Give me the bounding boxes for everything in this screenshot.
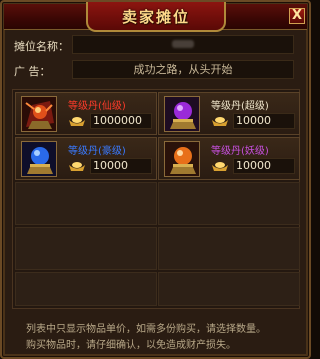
item-name: 等级丹(豪级) bbox=[68, 146, 126, 157]
item-slot[interactable]: 等级丹(超级) 10000 bbox=[158, 92, 300, 135]
dan-icon-demon bbox=[164, 141, 200, 177]
dan-icon-immortal bbox=[21, 96, 57, 132]
item-name: 等级丹(仙级) bbox=[68, 101, 126, 112]
price-value: 1000000 bbox=[90, 113, 152, 129]
empty-slot[interactable] bbox=[158, 272, 300, 306]
item-slot[interactable]: 等级丹(豪级) 10000 bbox=[15, 137, 157, 180]
seller-stall-window: 卖家摊位 X 摊位名称： 广 告： 成功之路，从头开始 等级丹(仙级) 1000… bbox=[0, 0, 311, 359]
footer-notice: 列表中只显示物品单价，如需多份购买，请选择数量。 购买物品时，请仔细确认，以免造… bbox=[26, 322, 296, 354]
window-title: 卖家摊位 bbox=[121, 8, 190, 26]
empty-slot[interactable] bbox=[15, 272, 157, 306]
redacted-name bbox=[172, 40, 194, 48]
ad-label: 广 告： bbox=[14, 65, 51, 78]
gold-ingot-icon bbox=[212, 162, 228, 171]
stall-info: 摊位名称： 广 告： 成功之路，从头开始 bbox=[10, 35, 297, 83]
price-value: 10000 bbox=[90, 158, 152, 174]
gold-ingot-icon bbox=[69, 117, 85, 126]
close-button[interactable]: X bbox=[289, 8, 305, 24]
footer-line-1: 列表中只显示物品单价，如需多份购买，请选择数量。 bbox=[26, 324, 266, 335]
gold-ingot-icon bbox=[212, 117, 228, 126]
item-slot[interactable]: 等级丹(妖级) 10000 bbox=[158, 137, 300, 180]
item-slot[interactable]: 等级丹(仙级) 1000000 bbox=[15, 92, 157, 135]
gold-ingot-icon bbox=[69, 162, 85, 171]
item-name: 等级丹(妖级) bbox=[211, 146, 269, 157]
price-value: 10000 bbox=[233, 113, 295, 129]
empty-slot[interactable] bbox=[158, 182, 300, 225]
empty-slot[interactable] bbox=[15, 182, 157, 225]
ad-row: 广 告： 成功之路，从头开始 bbox=[10, 60, 297, 80]
stall-name-field bbox=[72, 35, 294, 54]
dan-icon-heroic bbox=[21, 141, 57, 177]
item-grid: 等级丹(仙级) 1000000 等级丹(超级) 10000 等级丹(豪级) 10… bbox=[12, 89, 300, 309]
ad-field: 成功之路，从头开始 bbox=[72, 60, 294, 79]
price-value: 10000 bbox=[233, 158, 295, 174]
item-name: 等级丹(超级) bbox=[211, 101, 269, 112]
title-plate: 卖家摊位 bbox=[86, 2, 226, 32]
stall-name-label: 摊位名称： bbox=[14, 40, 69, 53]
empty-slot[interactable] bbox=[158, 227, 300, 270]
empty-slot[interactable] bbox=[15, 227, 157, 270]
dan-icon-super bbox=[164, 96, 200, 132]
stall-name-row: 摊位名称： bbox=[10, 35, 297, 55]
footer-line-2: 购买物品时，请仔细确认，以免造成财产损失。 bbox=[26, 340, 236, 351]
